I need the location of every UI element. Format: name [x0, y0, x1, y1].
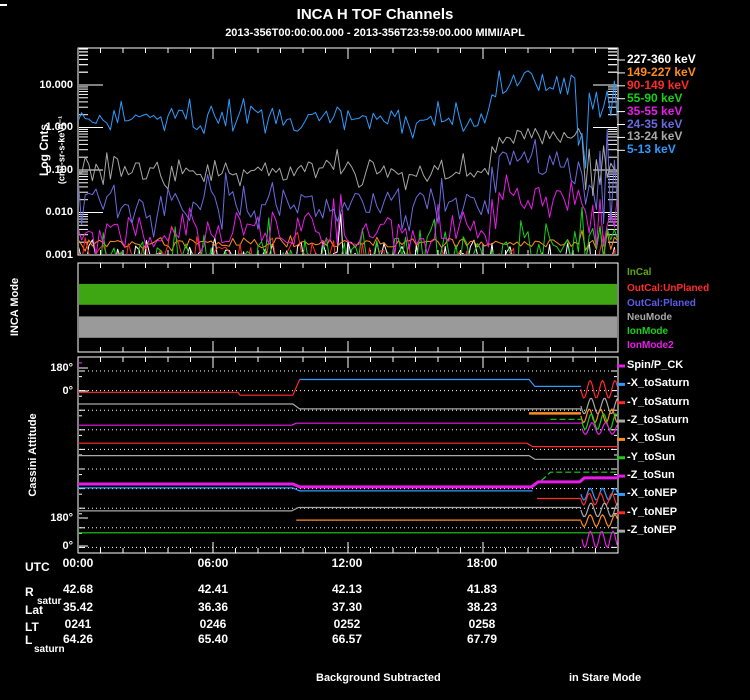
- lat-row-label: Lat: [25, 603, 43, 617]
- attitude-legend-item: -Z_toSaturn: [627, 414, 689, 427]
- table-cell: 67.79: [466, 632, 498, 646]
- table-cell: 42.68: [62, 582, 94, 596]
- table-cell: 0252: [333, 617, 361, 631]
- table-cell: 38.23: [466, 600, 498, 614]
- main-y-tick-label: 10.000: [39, 78, 73, 91]
- table-cell: 36.36: [197, 600, 229, 614]
- table-cell: 64.26: [62, 632, 94, 646]
- table-cell: 37.30: [331, 600, 363, 614]
- energy-legend-item: 35-55 keV: [627, 103, 683, 118]
- table-cell: 41.83: [466, 582, 498, 596]
- main-y-tick-label: 0.010: [45, 206, 73, 219]
- main-y-tick-label: 0.001: [45, 249, 73, 261]
- attitude-legend-item: -Z_toSun: [627, 469, 675, 482]
- energy-legend-item: 55-90 keV: [627, 90, 683, 105]
- l-row-label: L: [25, 633, 33, 647]
- table-cell: 42.13: [331, 582, 363, 596]
- attitude-legend-item: -Z_toNEP: [627, 524, 677, 537]
- attitude-legend-item: -X_toNEP: [627, 487, 678, 500]
- table-cell: 66.57: [331, 632, 363, 646]
- table-cell: 65.40: [197, 632, 229, 646]
- attitude-y-tick-label: 180°: [50, 362, 73, 374]
- attitude-y-tick-label: 0°: [62, 385, 73, 397]
- table-cell: 42.41: [197, 582, 229, 596]
- attitude-legend-item: -Y_toSun: [627, 450, 676, 463]
- r-row-label: R: [25, 585, 34, 599]
- attitude-y-tick-label: 0°: [62, 540, 73, 552]
- mode-legend-item: IonMode2: [627, 340, 674, 351]
- utc-tick-label: 00:00: [62, 556, 94, 570]
- utc-tick-label: 06:00: [197, 556, 229, 570]
- mode-legend-item: NeuMode: [627, 312, 672, 323]
- attitude-legend-item: -Y_toNEP: [627, 505, 678, 518]
- mode-legend-item: OutCal:UnPlaned: [627, 283, 710, 294]
- mode-legend-item: InCal: [627, 267, 652, 278]
- main-y-tick-label: 0.100: [45, 163, 73, 176]
- energy-legend-item: 149-227 keV: [627, 64, 696, 79]
- footer-background-subtracted: Background Subtracted: [316, 672, 441, 684]
- attitude-legend-item: -X_toSun: [627, 432, 676, 445]
- attitude-y-tick-label: 180°: [50, 512, 73, 524]
- table-cell: 35.42: [62, 600, 94, 614]
- lt-row-label: LT: [25, 620, 39, 634]
- attitude-legend-item: -X_toSaturn: [627, 377, 690, 390]
- attitude-panel-label: Cassini Attitude: [27, 413, 39, 497]
- table-cell: 0241: [64, 617, 92, 631]
- energy-legend-item: 90-149 keV: [627, 77, 690, 92]
- screenshot-root: INCA H TOF Channels 2013-356T00:00:00.00…: [0, 0, 750, 700]
- mode-panel-label: INCA Mode: [9, 277, 21, 337]
- mode-legend-item: IonMode: [627, 326, 669, 337]
- attitude-legend-item: Spin/P_CK: [627, 359, 684, 371]
- attitude-legend-item: -Y_toSaturn: [627, 395, 690, 408]
- table-cell: 0258: [468, 617, 496, 631]
- energy-legend-item: 5-13 keV: [627, 142, 676, 157]
- mode-legend-item: OutCal:Planed: [627, 298, 696, 309]
- table-cell: 0246: [199, 617, 227, 631]
- utc-tick-label: 12:00: [331, 556, 363, 570]
- main-y-tick-label: 1.000: [45, 121, 73, 134]
- footer-stare-mode: in Stare Mode: [569, 672, 642, 684]
- utc-tick-label: 18:00: [466, 556, 498, 570]
